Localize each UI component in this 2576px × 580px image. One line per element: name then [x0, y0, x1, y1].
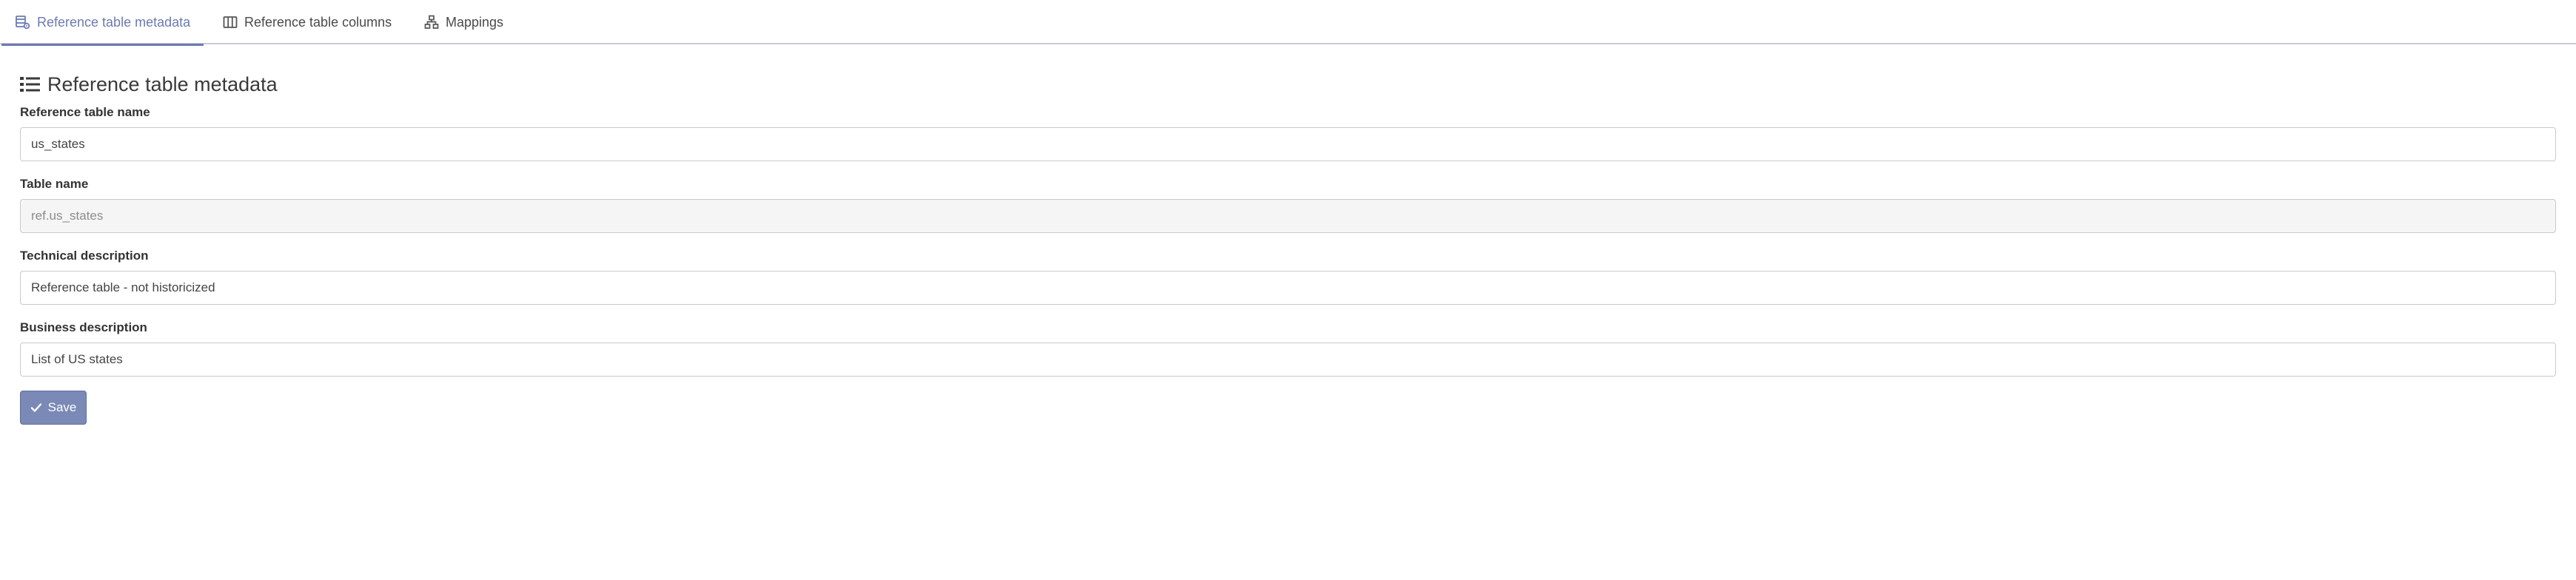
table-gear-icon [15, 14, 31, 30]
save-button-label: Save [47, 400, 77, 414]
business-description-input[interactable] [20, 343, 2556, 377]
list-icon [20, 75, 41, 93]
check-icon [30, 401, 44, 414]
table-name-label: Table name [20, 177, 89, 191]
section-title-text: Reference table metadata [47, 72, 278, 95]
tab-mappings[interactable]: Mappings [423, 0, 503, 44]
tab-label: Mappings [446, 14, 504, 30]
sitemap-icon [423, 14, 440, 30]
technical-description-label: Technical description [20, 249, 149, 263]
business-description-label: Business description [20, 320, 147, 334]
tab-label: Reference table columns [244, 14, 392, 30]
technical-description-input[interactable] [20, 271, 2556, 305]
tab-label: Reference table metadata [37, 14, 191, 30]
columns-icon [222, 14, 238, 30]
section-title: Reference table metadata [20, 71, 278, 98]
save-button[interactable]: Save [20, 391, 87, 425]
tab-reference-table-columns[interactable]: Reference table columns [222, 0, 392, 44]
tab-reference-table-metadata[interactable]: Reference table metadata [1, 0, 204, 46]
table-name-input [20, 199, 2556, 233]
tab-bar: Reference table metadata Reference table… [0, 0, 2576, 46]
reference-table-name-label: Reference table name [20, 105, 150, 119]
reference-table-name-input[interactable] [20, 127, 2556, 161]
